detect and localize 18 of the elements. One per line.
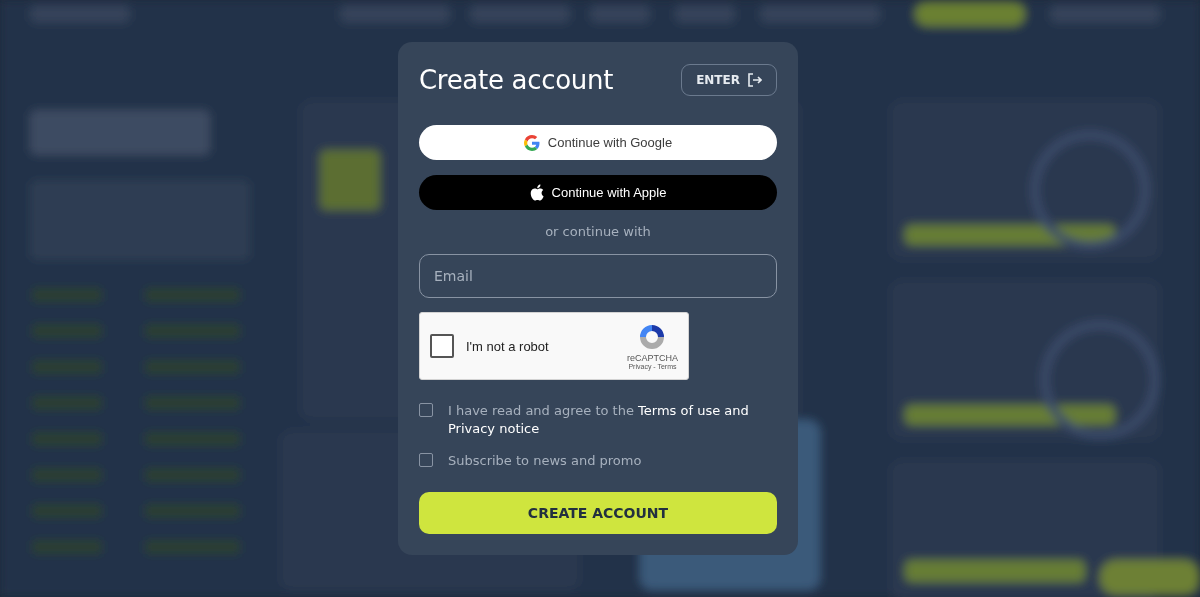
captcha-label: I'm not a robot xyxy=(466,338,550,354)
email-field[interactable]: Email xyxy=(419,254,777,298)
checkbox-label: Subscribe to news and promo xyxy=(448,452,642,470)
login-arrow-icon xyxy=(747,73,762,87)
enter-button[interactable]: ENTER xyxy=(681,64,777,96)
dialog-title: Create account xyxy=(419,65,614,95)
apple-logo-icon xyxy=(529,184,544,201)
recaptcha-logo-icon xyxy=(638,322,667,351)
google-logo-icon xyxy=(523,134,540,151)
captcha-brand: reCAPTCHA xyxy=(627,352,678,363)
checkbox[interactable] xyxy=(419,403,433,417)
google-signin-button[interactable]: Continue with Google xyxy=(419,125,777,160)
checkbox-label: I have read and agree to the Terms of use and Privacy notice xyxy=(448,402,750,438)
checkbox[interactable] xyxy=(419,453,433,467)
divider-text: or continue with xyxy=(544,224,652,239)
apple-signin-button[interactable]: Continue with Apple xyxy=(419,175,777,210)
create-account-button[interactable]: CREATE ACCOUNT xyxy=(419,492,777,534)
captcha-checkbox[interactable] xyxy=(430,334,454,358)
